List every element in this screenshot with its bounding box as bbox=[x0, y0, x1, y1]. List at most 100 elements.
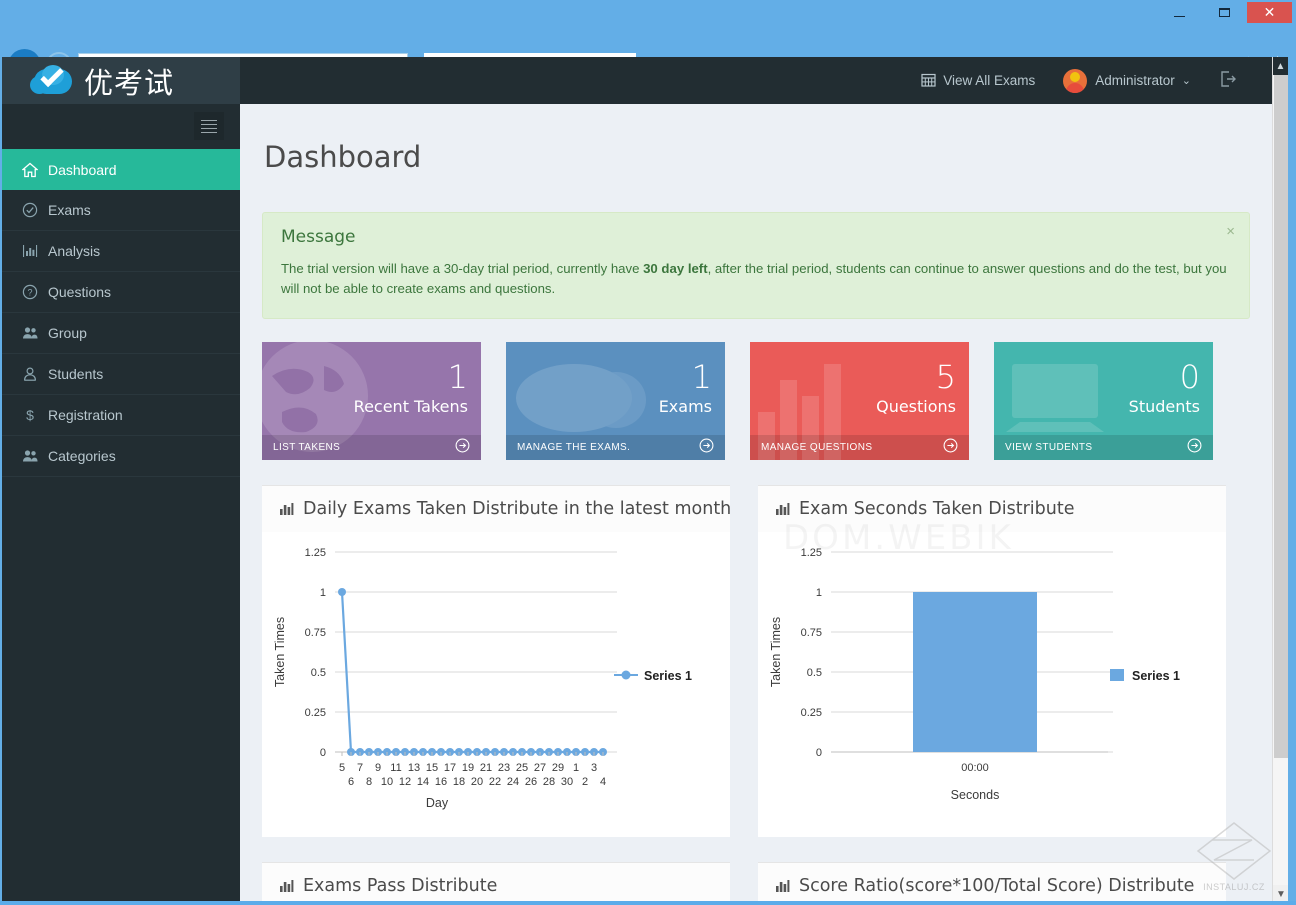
sidebar-item-categories[interactable]: Categories bbox=[2, 436, 240, 477]
minimize-button[interactable] bbox=[1157, 2, 1202, 23]
svg-text:Taken Times: Taken Times bbox=[273, 617, 287, 687]
panel-daily-exams-taken: Daily Exams Taken Distribute in the late… bbox=[262, 485, 730, 837]
sidebar-item-analysis[interactable]: Analysis bbox=[2, 231, 240, 272]
page-title: Dashboard bbox=[264, 140, 1250, 174]
bar-chart-icon bbox=[22, 243, 48, 259]
svg-text:0.25: 0.25 bbox=[801, 707, 822, 719]
bar-chart-icon bbox=[279, 878, 294, 893]
watermark-text: INSTALUJ.CZ bbox=[1190, 882, 1278, 892]
svg-text:30: 30 bbox=[561, 776, 573, 788]
sidebar-item-label: Analysis bbox=[48, 243, 100, 259]
stat-card-footer[interactable]: LIST TAKENS bbox=[262, 435, 481, 460]
sidebar-item-questions[interactable]: ?Questions bbox=[2, 272, 240, 313]
svg-text:23: 23 bbox=[498, 762, 510, 774]
svg-text:$: $ bbox=[26, 407, 34, 423]
svg-text:20: 20 bbox=[471, 776, 483, 788]
sidebar-item-group[interactable]: Group bbox=[2, 313, 240, 354]
scrollbar-thumb[interactable] bbox=[1274, 75, 1288, 758]
sidebar-item-label: Students bbox=[48, 366, 103, 382]
sidebar-toggle-row bbox=[2, 104, 240, 149]
header-actions: View All Exams Administrator ⌄ bbox=[907, 57, 1258, 104]
panel-exams-pass-distribute: Exams Pass Distribute bbox=[262, 862, 730, 903]
stat-card-footer-label: VIEW STUDENTS bbox=[1005, 442, 1092, 453]
avatar bbox=[1063, 69, 1087, 93]
arrow-circle-right-icon bbox=[455, 438, 470, 456]
dollar-icon: $ bbox=[22, 407, 48, 423]
panel-body: DOM.WEBIK 00.250.50.7511.25Taken Times00… bbox=[758, 532, 1226, 837]
sidebar-item-exams[interactable]: Exams bbox=[2, 190, 240, 231]
bar-chart-icon bbox=[279, 501, 294, 516]
stat-card-recent-takens[interactable]: 1Recent TakensLIST TAKENS bbox=[262, 342, 481, 460]
window-bottom-edge bbox=[0, 901, 1296, 905]
svg-text:21: 21 bbox=[480, 762, 492, 774]
panel-title: Daily Exams Taken Distribute in the late… bbox=[303, 499, 731, 519]
browser-navbar: ✓ http://169.254.123.155:5858/index.php/… bbox=[0, 25, 1296, 57]
web-page: 优考试 View All Exams Administrator ⌄ bbox=[2, 57, 1272, 903]
svg-text:26: 26 bbox=[525, 776, 537, 788]
sidebar: Dashboard Exams Analysis ?QuestionsGroup Stu… bbox=[2, 104, 240, 903]
svg-text:28: 28 bbox=[543, 776, 555, 788]
home-icon bbox=[22, 162, 48, 178]
stat-card-exams[interactable]: 1ExamsMANAGE THE EXAMS. bbox=[506, 342, 725, 460]
panel-header: Exam Seconds Taken Distribute bbox=[758, 486, 1226, 532]
close-window-button[interactable]: ✕ bbox=[1247, 2, 1292, 23]
sidebar-item-registration[interactable]: $ Registration bbox=[2, 395, 240, 436]
svg-text:10: 10 bbox=[381, 776, 393, 788]
view-all-exams-label: View All Exams bbox=[943, 73, 1035, 88]
svg-text:15: 15 bbox=[426, 762, 438, 774]
page-scrollbar[interactable]: ▲ ▼ bbox=[1272, 57, 1288, 903]
stat-card-footer[interactable]: MANAGE QUESTIONS bbox=[750, 435, 969, 460]
stat-card-students[interactable]: 0StudentsVIEW STUDENTS bbox=[994, 342, 1213, 460]
arrow-circle-right-icon bbox=[943, 438, 958, 456]
svg-text:5: 5 bbox=[339, 762, 345, 774]
panel-header: Exams Pass Distribute bbox=[262, 863, 730, 903]
svg-text:4: 4 bbox=[600, 776, 606, 788]
stat-card-label: Students bbox=[1129, 397, 1200, 416]
stat-card-questions[interactable]: 5QuestionsMANAGE QUESTIONS bbox=[750, 342, 969, 460]
arrow-circle-right-icon bbox=[699, 438, 714, 456]
svg-text:0: 0 bbox=[816, 747, 822, 759]
svg-text:?: ? bbox=[27, 288, 32, 298]
browser-titlebar: ✕ bbox=[0, 0, 1296, 25]
svg-text:00:00: 00:00 bbox=[961, 762, 989, 774]
panel-header: Score Ratio(score*100/Total Score) Distr… bbox=[758, 863, 1226, 903]
user-menu[interactable]: Administrator ⌄ bbox=[1049, 57, 1205, 104]
svg-text:0.75: 0.75 bbox=[801, 627, 822, 639]
svg-text:27: 27 bbox=[534, 762, 546, 774]
sidebar-item-label: Registration bbox=[48, 407, 123, 423]
panel-score-ratio-distribute: Score Ratio(score*100/Total Score) Distr… bbox=[758, 862, 1226, 903]
page-viewport: 优考试 View All Exams Administrator ⌄ bbox=[2, 57, 1288, 903]
stat-card-value: 1 bbox=[448, 361, 468, 393]
panel-exam-seconds-taken: Exam Seconds Taken Distribute DOM.WEBIK … bbox=[758, 485, 1226, 837]
maximize-button[interactable] bbox=[1202, 2, 1247, 23]
chart-panels-row-1: Daily Exams Taken Distribute in the late… bbox=[262, 485, 1250, 837]
logout-button[interactable] bbox=[1205, 57, 1258, 104]
app-logo[interactable]: 优考试 bbox=[2, 57, 240, 104]
chart-panels-row-2: Exams Pass Distribute Score Ratio(score*… bbox=[262, 862, 1250, 903]
svg-text:Series 1: Series 1 bbox=[1132, 669, 1180, 683]
svg-text:0.25: 0.25 bbox=[305, 707, 326, 719]
sidebar-item-students[interactable]: Students bbox=[2, 354, 240, 395]
sidebar-item-label: Dashboard bbox=[48, 162, 117, 178]
panel-header: Daily Exams Taken Distribute in the late… bbox=[262, 486, 730, 532]
view-all-exams-button[interactable]: View All Exams bbox=[907, 57, 1049, 104]
stat-card-footer-label: LIST TAKENS bbox=[273, 442, 340, 453]
stat-card-footer[interactable]: MANAGE THE EXAMS. bbox=[506, 435, 725, 460]
svg-text:22: 22 bbox=[489, 776, 501, 788]
stat-cards: 1Recent TakensLIST TAKENS1ExamsMANAGE TH… bbox=[262, 342, 1250, 460]
svg-text:17: 17 bbox=[444, 762, 456, 774]
panel-title: Exam Seconds Taken Distribute bbox=[799, 499, 1074, 519]
browser-window: ✕ ✓ http://169.254.123.155:5858/index.ph… bbox=[0, 0, 1296, 905]
stat-card-footer[interactable]: VIEW STUDENTS bbox=[994, 435, 1213, 460]
svg-text:0.75: 0.75 bbox=[305, 627, 326, 639]
hamburger-menu-icon[interactable] bbox=[194, 112, 224, 140]
scroll-up-arrow-icon[interactable]: ▲ bbox=[1273, 57, 1288, 75]
users-icon bbox=[22, 448, 48, 464]
close-icon[interactable]: × bbox=[1226, 223, 1235, 240]
panel-body: 00.250.50.7511.25Taken Times567891011121… bbox=[262, 532, 730, 837]
sidebar-item-label: Exams bbox=[48, 202, 91, 218]
calendar-icon bbox=[921, 72, 943, 90]
sidebar-item-dashboard[interactable]: Dashboard bbox=[2, 149, 240, 190]
check-circle-icon bbox=[22, 202, 48, 218]
arrow-circle-right-icon bbox=[1187, 438, 1202, 456]
